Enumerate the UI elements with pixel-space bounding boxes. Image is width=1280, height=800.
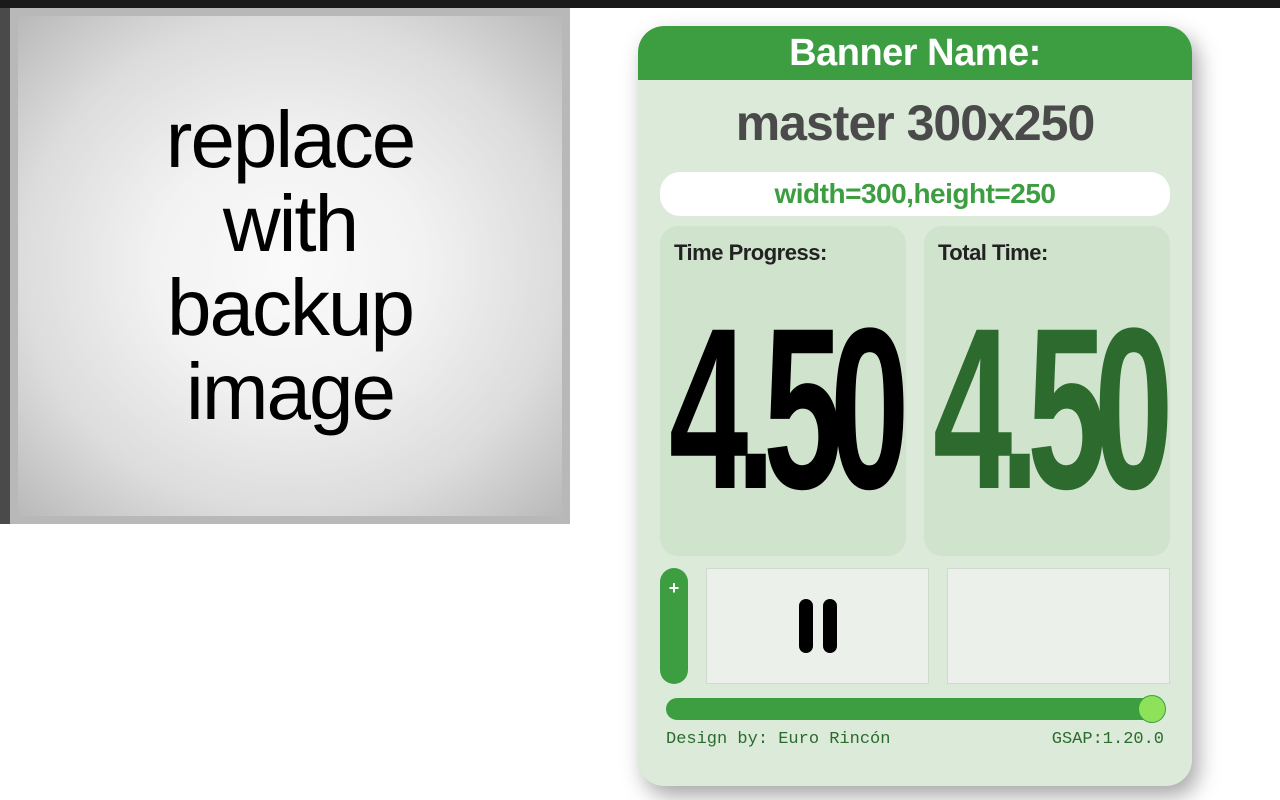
time-progress-label: Time Progress: [674, 240, 892, 266]
backup-image-frame: replace with backup image [10, 8, 570, 524]
left-shade [0, 8, 10, 524]
total-time-card: Total Time: 4.50 [924, 226, 1170, 556]
panel-header: Banner Name: [638, 26, 1192, 80]
time-row: Time Progress: 4.50 Total Time: 4.50 [638, 226, 1192, 556]
footer-credit: Design by: Euro Rincón [666, 730, 890, 749]
total-time-label: Total Time: [938, 240, 1156, 266]
expand-button[interactable]: + [660, 568, 688, 684]
time-progress-card: Time Progress: 4.50 [660, 226, 906, 556]
window-top-band [0, 0, 1280, 8]
dimensions-pill: width=300,height=250 [660, 172, 1170, 216]
pause-icon [799, 599, 837, 653]
progress-slider-wrap [638, 684, 1192, 724]
time-progress-value: 4.50 [715, 266, 850, 550]
footer-gsap-version: GSAP:1.20.0 [1052, 730, 1164, 749]
backup-image-text: replace with backup image [166, 98, 414, 434]
restart-button[interactable] [947, 568, 1170, 684]
total-time-value: 4.50 [979, 266, 1114, 550]
banner-name-value: master 300x250 [638, 80, 1192, 172]
controls-row: + [638, 556, 1192, 684]
panel-footer: Design by: Euro Rincón GSAP:1.20.0 [638, 724, 1192, 763]
control-panel: Banner Name: master 300x250 width=300,he… [638, 26, 1192, 786]
play-pause-button[interactable] [706, 568, 929, 684]
progress-slider-thumb[interactable] [1138, 695, 1166, 723]
progress-slider[interactable] [666, 698, 1164, 720]
backup-image-placeholder: replace with backup image [18, 16, 562, 516]
plus-icon: + [669, 578, 680, 599]
